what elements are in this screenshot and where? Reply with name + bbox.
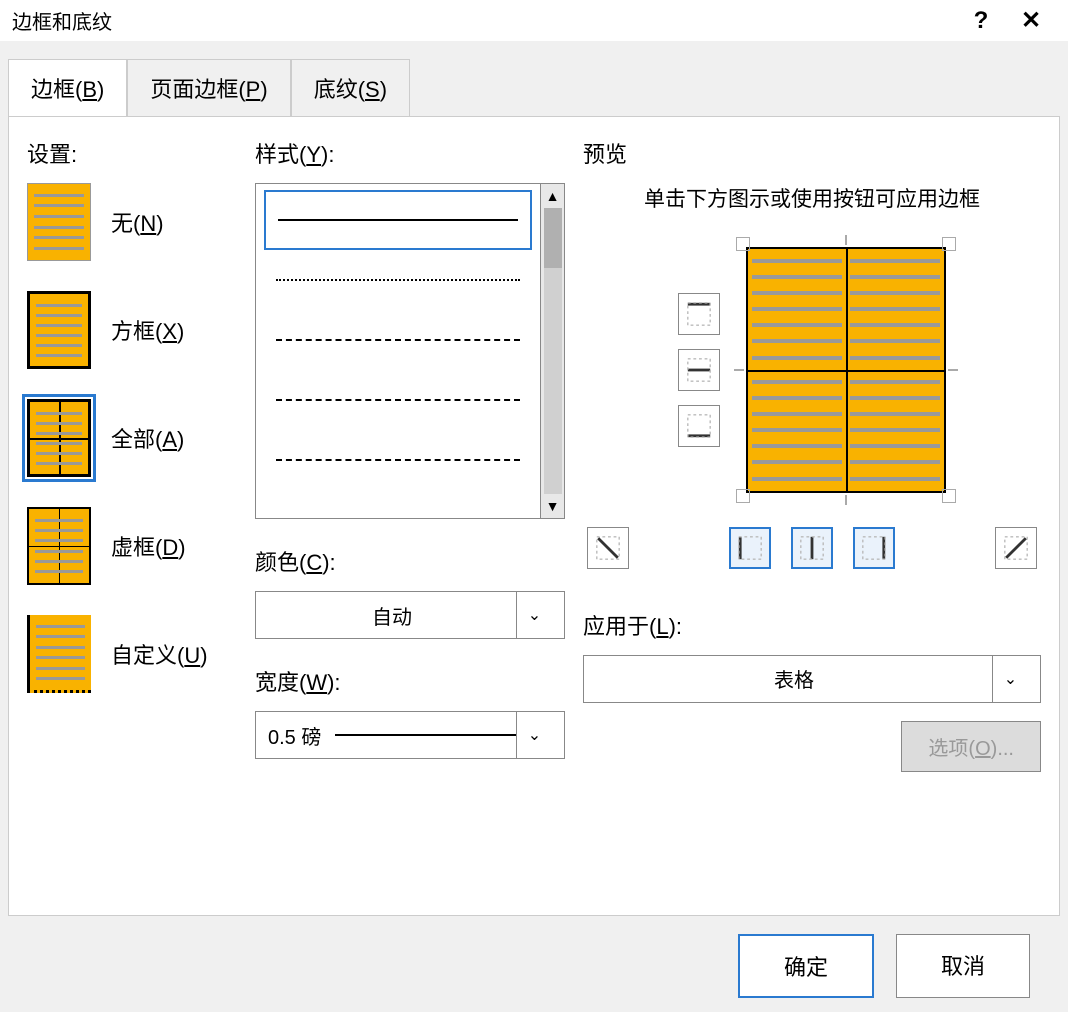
color-heading: 颜色(C): [255,545,565,577]
style-dash-dot[interactable] [264,430,532,490]
style-column: 样式(Y): ▲ ▼ 颜色(C): 自 [255,137,565,893]
style-heading: 样式(Y): [255,137,565,169]
setting-grid[interactable]: 虚框(D) [27,507,237,585]
dialog-body: 边框(B) 页面边框(P) 底纹(S) 设置: 无(N) [0,41,1068,1012]
style-solid[interactable] [264,190,532,250]
setting-all[interactable]: 全部(A) [27,399,237,477]
settings-column: 设置: 无(N) 方框(X) [27,137,237,893]
border-bottom-icon [685,412,713,440]
border-diag-up-icon [1002,534,1030,562]
scroll-up-icon[interactable]: ▲ [546,188,560,204]
setting-all-icon [27,399,91,477]
scroll-down-icon[interactable]: ▼ [546,498,560,514]
tab-page-border[interactable]: 页面边框(P) [127,59,290,116]
preview-column: 预览 单击下方图示或使用按钮可应用边框 [583,137,1041,893]
bottom-border-buttons [583,527,1041,569]
apply-to-value: 表格 [596,664,992,693]
border-top-icon [685,300,713,328]
border-diag-up-button[interactable] [995,527,1037,569]
preview-hint: 单击下方图示或使用按钮可应用边框 [583,183,1041,217]
border-diag-down-button[interactable] [587,527,629,569]
chevron-down-icon: ⌄ [516,712,552,758]
border-inside-h-button[interactable] [678,349,720,391]
setting-none-icon [27,183,91,261]
border-inside-v-icon [798,534,826,562]
close-button[interactable]: ✕ [1006,6,1056,35]
style-dashed-short[interactable] [264,370,532,430]
apply-to-combo[interactable]: 表格 ⌄ [583,655,1041,703]
setting-custom[interactable]: 自定义(U) [27,615,237,693]
help-button[interactable]: ? [956,7,1006,35]
width-combo[interactable]: 0.5 磅 ⌄ [255,711,565,759]
border-right-icon [860,534,888,562]
width-sample-line-icon [335,734,516,736]
border-right-button[interactable] [853,527,895,569]
border-bottom-button[interactable] [678,405,720,447]
style-dotted[interactable] [264,250,532,310]
setting-grid-icon [27,507,91,585]
chevron-down-icon: ⌄ [516,592,552,638]
style-listbox[interactable]: ▲ ▼ [255,183,565,519]
apply-to-heading: 应用于(L): [583,609,1041,641]
dialog-title: 边框和底纹 [12,6,956,35]
chevron-down-icon: ⌄ [992,656,1028,702]
dialog-footer: 确定 取消 [8,916,1060,998]
cancel-button[interactable]: 取消 [896,934,1030,998]
preview-area [583,247,1041,493]
border-diag-down-icon [594,534,622,562]
width-heading: 宽度(W): [255,665,565,697]
border-inside-v-button[interactable] [791,527,833,569]
setting-custom-icon [27,615,91,693]
setting-box[interactable]: 方框(X) [27,291,237,369]
preview-diagram[interactable] [746,247,946,493]
title-bar: 边框和底纹 ? ✕ [0,0,1068,41]
tab-shading[interactable]: 底纹(S) [291,59,410,116]
border-left-icon [736,534,764,562]
border-top-button[interactable] [678,293,720,335]
color-combo[interactable]: 自动 ⌄ [255,591,565,639]
style-dashed-long[interactable] [264,310,532,370]
scroll-thumb[interactable] [544,208,562,268]
width-value: 0.5 磅 [268,721,321,750]
setting-box-icon [27,291,91,369]
border-left-button[interactable] [729,527,771,569]
preview-heading: 预览 [583,137,1041,169]
options-button: 选项(O)... [901,721,1041,772]
tab-borders[interactable]: 边框(B) [8,59,127,116]
style-scrollbar[interactable]: ▲ ▼ [540,184,564,518]
side-border-buttons [678,293,720,447]
color-value: 自动 [268,601,516,630]
border-inside-h-icon [685,356,713,384]
ok-button[interactable]: 确定 [738,934,874,998]
tab-strip: 边框(B) 页面边框(P) 底纹(S) [8,59,1060,116]
options-row: 选项(O)... [583,721,1041,772]
setting-none[interactable]: 无(N) [27,183,237,261]
tab-panel: 设置: 无(N) 方框(X) [8,116,1060,916]
settings-heading: 设置: [27,137,237,169]
